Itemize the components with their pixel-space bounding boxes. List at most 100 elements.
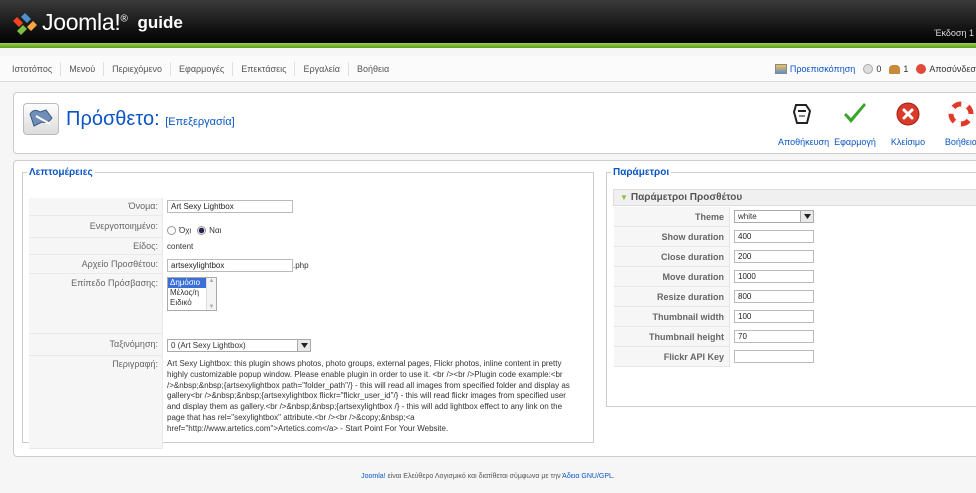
- parameters-fieldset: Παράμετροι ▼ Παράμετροι Προσθέτου Theme w…: [606, 167, 976, 407]
- main-menu-bar: Ιστοτόπος Μενού Περιεχόμενο Εφαρμογές Επ…: [0, 56, 976, 82]
- type-row: Είδος: content: [29, 238, 589, 255]
- footer: Joomla! είναι Ελεύθερο Λογισμικό και δια…: [0, 473, 976, 480]
- parameters-pane-title: Παράμετροι Προσθέτου: [630, 192, 743, 203]
- resize-duration-input[interactable]: [734, 290, 814, 303]
- menu-site[interactable]: Ιστοτόπος: [4, 62, 62, 76]
- parameters-legend: Παράμετροι: [613, 167, 670, 178]
- scroll-up-icon: ▲: [208, 278, 215, 284]
- details-legend: Λεπτομέρειες: [29, 167, 93, 178]
- param-row-flickr-api-key: Flickr API Key: [614, 347, 976, 367]
- help-button[interactable]: Βοήθεια: [937, 97, 976, 147]
- order-select-value: 0 (Art Sexy Lightbox): [171, 341, 246, 350]
- plugin-icon: [23, 103, 59, 135]
- close-duration-input[interactable]: [734, 250, 814, 263]
- access-listbox-scrollbar[interactable]: ▲ ▼: [206, 278, 216, 310]
- app-header: Joomla!® guide Έκδοση 1: [0, 0, 976, 48]
- name-input[interactable]: [167, 200, 293, 213]
- close-button[interactable]: Κλείσιμο: [884, 97, 932, 147]
- type-label: Είδος:: [29, 238, 163, 255]
- type-value: content: [167, 242, 194, 251]
- footer-license-link[interactable]: Άδεια GNU/GPL: [562, 473, 613, 480]
- joomla-logo-icon: [12, 11, 38, 35]
- messages-count: 0: [876, 64, 882, 74]
- name-label: Όνομα:: [29, 198, 163, 216]
- param-label-thumbnail-width: Thumbnail width: [614, 307, 730, 327]
- menu-menus[interactable]: Μενού: [61, 62, 105, 76]
- page-subtitle: [Επεξεργασία]: [165, 116, 235, 128]
- page-title: Πρόσθετο: [Επεξεργασία]: [66, 108, 235, 131]
- version-label: Έκδοση 1: [934, 28, 974, 38]
- users-count: 1: [903, 64, 909, 74]
- enabled-yes-label: Ναι: [209, 225, 222, 235]
- enabled-no-radio[interactable]: [167, 225, 176, 235]
- access-label: Επίπεδο Πρόσβασης:: [29, 274, 163, 334]
- access-listbox[interactable]: Δημόσιο Μέλος/η Ειδικό ▲ ▼: [167, 277, 217, 311]
- param-row-move-duration: Move duration: [614, 267, 976, 287]
- chevron-down-icon: [297, 340, 310, 351]
- flickr-api-key-input[interactable]: [734, 350, 814, 363]
- show-duration-input[interactable]: [734, 230, 814, 243]
- header-divider: [0, 43, 976, 48]
- scroll-down-icon: ▼: [208, 304, 215, 310]
- page-title-text: Πρόσθετο:: [66, 108, 160, 130]
- description-row: Περιγραφή: Art Sexy Lightbox: this plugi…: [29, 356, 589, 449]
- save-icon: [778, 97, 826, 131]
- param-label-theme: Theme: [614, 207, 730, 227]
- file-label: Αρχείο Προσθέτου:: [29, 255, 163, 274]
- toolbar-buttons: Αποθήκευση Εφαρμογή Κλείσιμο Βοήθεια: [778, 97, 976, 147]
- details-fieldset: Λεπτομέρειες Όνομα: Ενεργοποιημένο: Όχι …: [22, 167, 594, 449]
- chevron-down-icon: [800, 211, 813, 222]
- theme-select[interactable]: white: [734, 210, 814, 223]
- theme-select-value: white: [738, 212, 757, 221]
- users-icon: [889, 64, 901, 74]
- preview-link[interactable]: Προεπισκόπηση: [774, 64, 856, 74]
- logout-link[interactable]: Αποσύνδεσ: [916, 64, 976, 74]
- footer-joomla-link[interactable]: Joomla!: [361, 473, 386, 480]
- users-status[interactable]: 1: [889, 64, 908, 74]
- menu-tools[interactable]: Εργαλεία: [295, 62, 350, 76]
- help-icon: [937, 97, 976, 131]
- order-row: Ταξινόμηση: 0 (Art Sexy Lightbox): [29, 334, 589, 356]
- site-name: guide: [137, 12, 183, 32]
- menu-components[interactable]: Εφαρμογές: [171, 62, 234, 76]
- main-menu: Ιστοτόπος Μενού Περιεχόμενο Εφαρμογές Επ…: [4, 56, 397, 82]
- param-label-move-duration: Move duration: [614, 267, 730, 287]
- preview-label: Προεπισκόπηση: [789, 64, 856, 74]
- footer-text: είναι Ελεύθερο Λογισμικό και διατίθεται …: [385, 473, 563, 480]
- preview-icon: [774, 64, 787, 74]
- menu-extensions[interactable]: Επεκτάσεις: [233, 62, 296, 76]
- move-duration-input[interactable]: [734, 270, 814, 283]
- file-input[interactable]: [167, 259, 293, 272]
- param-row-show-duration: Show duration: [614, 227, 976, 247]
- parameters-pane-header[interactable]: ▼ Παράμετροι Προσθέτου: [613, 189, 976, 206]
- apply-icon: [831, 97, 879, 131]
- save-label: Αποθήκευση: [778, 137, 830, 147]
- apply-label: Εφαρμογή: [834, 137, 876, 147]
- param-label-flickr-api-key: Flickr API Key: [614, 347, 730, 367]
- thumbnail-height-input[interactable]: [734, 330, 814, 343]
- close-icon: [884, 97, 932, 131]
- param-row-resize-duration: Resize duration: [614, 287, 976, 307]
- description-label: Περιγραφή:: [29, 356, 163, 449]
- order-select[interactable]: 0 (Art Sexy Lightbox): [167, 339, 311, 352]
- expand-triangle-icon: ▼: [620, 193, 628, 202]
- save-button[interactable]: Αποθήκευση: [778, 97, 830, 147]
- status-area: Προεπισκόπηση 0 1 Αποσύνδεσ: [767, 56, 976, 82]
- enabled-label: Ενεργοποιημένο:: [29, 216, 163, 238]
- param-label-show-duration: Show duration: [614, 227, 730, 247]
- param-row-thumbnail-width: Thumbnail width: [614, 307, 976, 327]
- access-option-public[interactable]: Δημόσιο: [168, 278, 206, 288]
- toolbar-panel: Πρόσθετο: [Επεξεργασία] Αποθήκευση Εφαρμ…: [13, 92, 976, 154]
- enabled-yes-radio[interactable]: [197, 225, 207, 235]
- menu-help[interactable]: Βοήθεια: [349, 62, 397, 76]
- footer-end: .: [612, 473, 615, 480]
- menu-content[interactable]: Περιεχόμενο: [104, 62, 171, 76]
- apply-button[interactable]: Εφαρμογή: [831, 97, 879, 147]
- thumbnail-width-input[interactable]: [734, 310, 814, 323]
- description-text: Art Sexy Lightbox: this plugin shows pho…: [167, 359, 570, 433]
- joomla-logo[interactable]: Joomla!® guide: [12, 9, 183, 36]
- file-extension: .php: [293, 261, 309, 270]
- access-row: Επίπεδο Πρόσβασης: Δημόσιο Μέλος/η Ειδικ…: [29, 274, 589, 334]
- messages-status[interactable]: 0: [863, 64, 881, 74]
- logo-text: Joomla!®: [42, 9, 128, 35]
